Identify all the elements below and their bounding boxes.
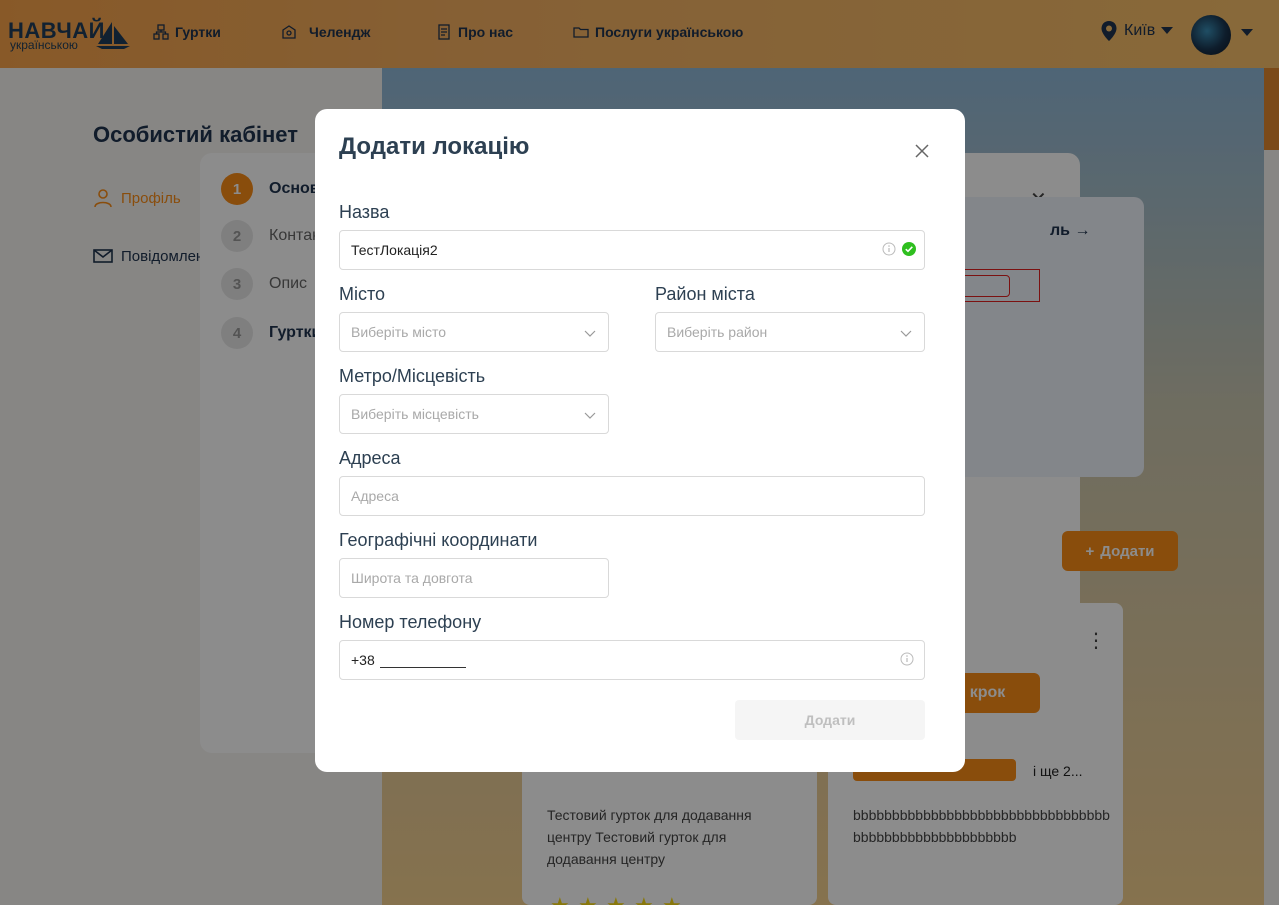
chevron-down-icon (584, 412, 596, 419)
coords-label: Географічні координати (339, 530, 538, 550)
close-icon (915, 144, 929, 158)
coords-placeholder: Широта та довгота (351, 570, 473, 586)
submit-button[interactable]: Додати (735, 700, 925, 740)
chevron-down-icon (900, 330, 912, 337)
name-label: Назва (339, 202, 390, 222)
info-icon (900, 652, 914, 666)
address-input[interactable]: Адреса (339, 476, 925, 516)
city-label: Місто (339, 284, 386, 304)
phone-mask (379, 656, 466, 668)
phone-label: Номер телефону (339, 612, 482, 632)
check-circle-icon (902, 242, 916, 256)
district-placeholder: Виберіть район (667, 324, 768, 340)
modal-title: Додати локацію (339, 133, 530, 160)
close-button[interactable] (913, 142, 931, 160)
address-label: Адреса (339, 448, 401, 468)
city-placeholder: Виберіть місто (351, 324, 447, 340)
phone-input[interactable]: +38 (339, 640, 925, 680)
metro-label: Метро/Місцевість (339, 366, 486, 386)
name-input[interactable]: ТестЛокація2 (339, 230, 925, 270)
submit-label: Додати (804, 712, 856, 728)
phone-value: +38 (351, 652, 375, 668)
metro-select[interactable]: Виберіть місцевість (339, 394, 609, 434)
address-placeholder: Адреса (351, 488, 399, 504)
coords-input[interactable]: Широта та довгота (339, 558, 609, 598)
district-label: Район міста (655, 284, 755, 304)
metro-placeholder: Виберіть місцевість (351, 406, 479, 422)
name-value: ТестЛокація2 (351, 242, 438, 258)
chevron-down-icon (584, 330, 596, 337)
district-select[interactable]: Виберіть район (655, 312, 925, 352)
info-icon (882, 242, 896, 256)
city-select[interactable]: Виберіть місто (339, 312, 609, 352)
add-location-modal: Додати локацію Назва ТестЛокація2 Місто … (315, 109, 965, 772)
